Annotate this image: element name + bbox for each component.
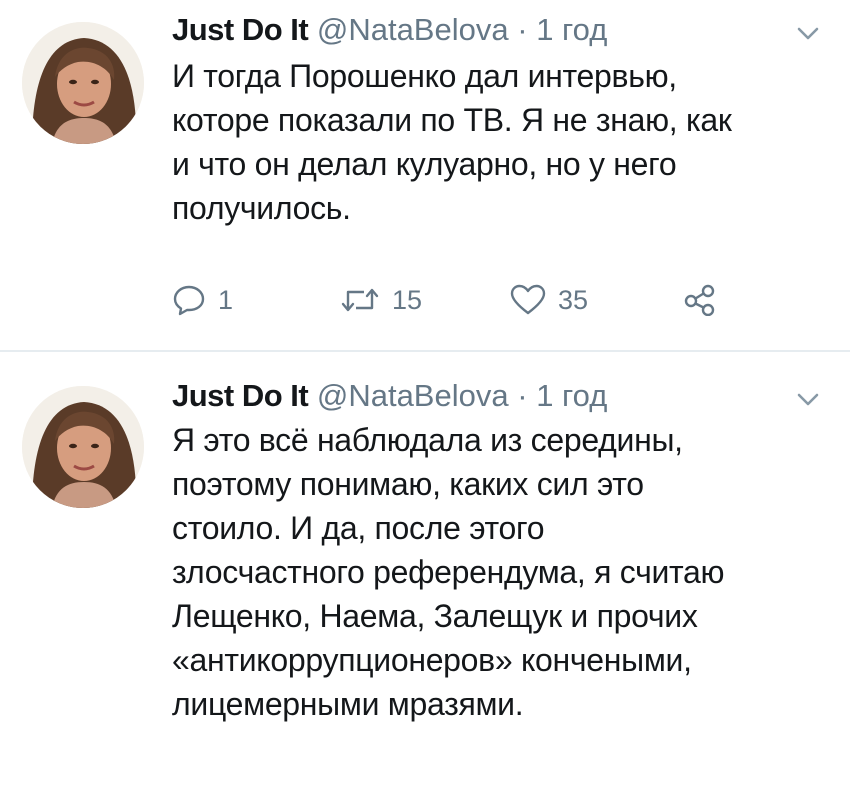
retweet-count: 15 [392,284,423,315]
retweet-button[interactable]: 15 [340,280,422,320]
like-button[interactable]: 35 [510,280,588,320]
reply-button[interactable]: 1 [172,280,233,320]
avatar[interactable] [22,22,144,144]
tweet-actions: 1 15 35 [172,280,732,320]
display-name[interactable]: Just Do It [172,12,309,47]
tweet-text: Я это всё наблюдала из середины, поэтому… [172,422,725,722]
retweet-arrows-icon [340,285,380,315]
tweet-text: И тогда Порошенко дал интервью, которе п… [172,58,732,226]
tweet[interactable]: Just Do It @NataBelova · 1 год И тогда П… [0,0,850,350]
user-handle[interactable]: @NataBelova [317,378,509,413]
tweet[interactable]: Just Do It @NataBelova · 1 год Я это всё… [0,352,850,785]
chevron-down-icon[interactable] [796,26,820,42]
timestamp[interactable]: 1 год [536,378,607,413]
avatar-photo [22,22,144,144]
avatar-photo [22,386,144,508]
avatar[interactable] [22,386,144,508]
share-button[interactable] [682,280,716,320]
like-count: 35 [558,284,589,315]
tweet-header: Just Do It @NataBelova · 1 год [172,376,607,416]
separator-dot: · [517,378,528,413]
separator-dot: · [517,12,528,47]
heart-outline-icon [510,284,546,316]
tweet-header: Just Do It @NataBelova · 1 год [172,10,607,50]
reply-count: 1 [218,284,234,315]
chevron-down-icon[interactable] [796,392,820,408]
timestamp[interactable]: 1 год [536,12,607,47]
share-nodes-icon [682,284,716,316]
speech-bubble-icon [172,284,206,316]
user-handle[interactable]: @NataBelova [317,12,509,47]
display-name[interactable]: Just Do It [172,378,309,413]
